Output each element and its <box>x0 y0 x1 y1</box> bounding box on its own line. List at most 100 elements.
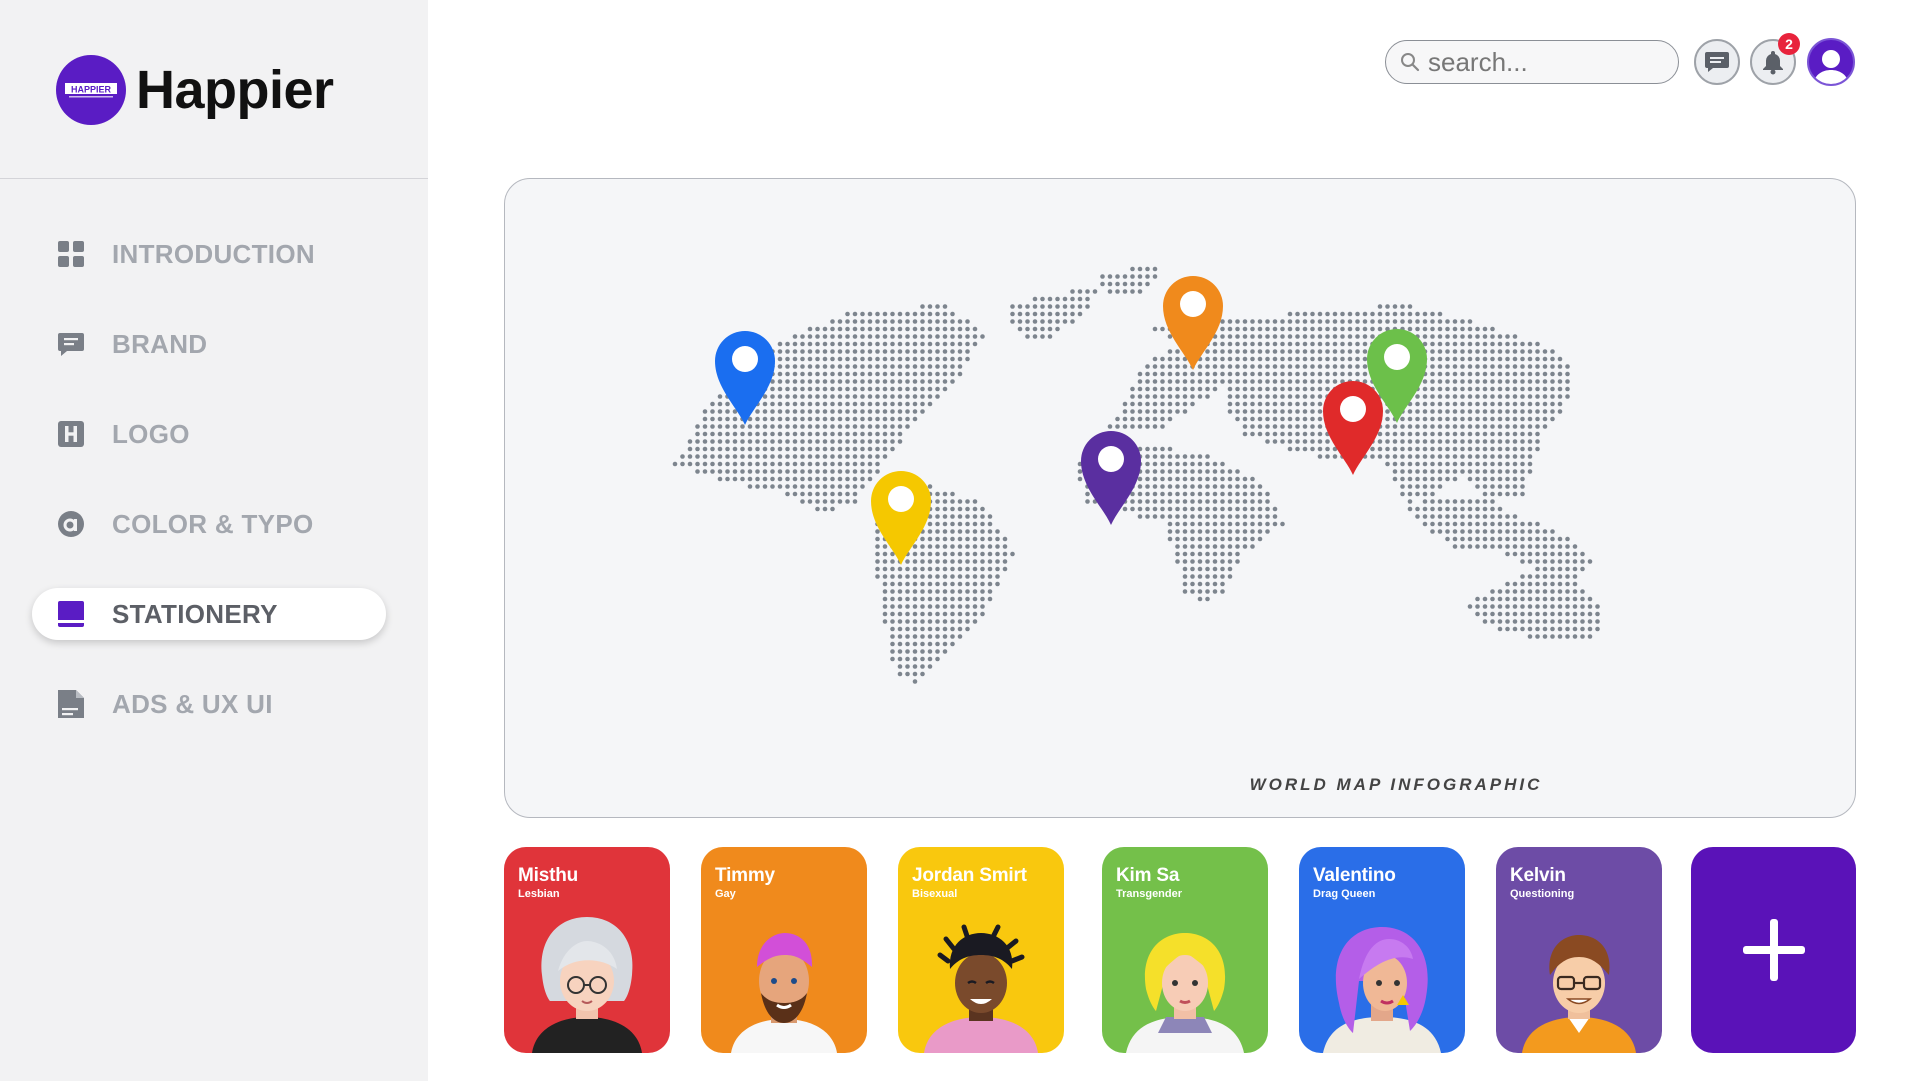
map-dot <box>1032 304 1038 309</box>
map-dot <box>800 461 805 467</box>
map-dot <box>1542 424 1548 429</box>
map-dot <box>755 461 760 467</box>
sidebar-item-logo[interactable]: LOGO <box>32 408 386 460</box>
map-dot <box>1557 364 1563 369</box>
map-dot <box>822 476 828 482</box>
map-dot <box>1190 371 1195 377</box>
map-dot <box>1527 416 1533 422</box>
sidebar-divider <box>0 178 428 179</box>
map-dot <box>1265 439 1270 444</box>
map-dot <box>1377 431 1383 437</box>
map-dot <box>1445 341 1450 347</box>
map-dot <box>1467 446 1473 452</box>
map-dot <box>927 634 933 639</box>
map-dot <box>1460 514 1465 519</box>
map-dot <box>815 386 820 392</box>
map-dot <box>717 431 723 437</box>
map-dot <box>770 454 775 459</box>
map-dot <box>1520 356 1525 362</box>
map-dot <box>1212 574 1218 579</box>
map-dot <box>1137 424 1143 429</box>
map-dot <box>1490 604 1495 609</box>
map-dot <box>1317 334 1323 339</box>
world-map <box>672 266 1600 684</box>
map-dot <box>1452 371 1458 377</box>
map-dot <box>1497 349 1503 354</box>
notifications-button[interactable]: 2 <box>1750 33 1800 85</box>
map-dot <box>755 431 760 437</box>
map-dot <box>1130 416 1135 422</box>
map-dot <box>1422 454 1428 459</box>
profile-card-timmy[interactable]: Timmy Gay <box>701 847 867 1053</box>
map-dot <box>1347 319 1353 324</box>
map-pin-icon[interactable] <box>1163 276 1223 370</box>
map-dot <box>1302 341 1308 347</box>
map-dot <box>1317 431 1323 437</box>
map-dot <box>1460 469 1465 474</box>
map-dot <box>897 619 903 624</box>
sidebar-item-brand[interactable]: BRAND <box>32 318 386 370</box>
map-dot <box>1227 499 1233 504</box>
map-dot <box>860 349 865 354</box>
map-dot <box>822 326 828 332</box>
search-box[interactable] <box>1385 40 1679 84</box>
map-dot <box>1490 349 1495 354</box>
sidebar-item-ads-ux-ui[interactable]: ADS & UX UI <box>32 678 386 730</box>
map-dot <box>1475 439 1480 444</box>
map-dot <box>875 454 880 459</box>
user-avatar-button[interactable] <box>1807 38 1855 86</box>
map-dot <box>852 484 858 489</box>
map-pin-icon[interactable] <box>871 471 931 565</box>
map-dot <box>1332 349 1338 354</box>
map-dot <box>1512 514 1518 519</box>
map-dot <box>1512 379 1518 384</box>
brand[interactable]: HAPPIER Happier <box>56 54 334 126</box>
sidebar-item-introduction[interactable]: INTRODUCTION <box>32 228 386 280</box>
sidebar-item-color-typo[interactable]: COLOR & TYPO <box>32 498 386 550</box>
profile-card-misthu[interactable]: Misthu Lesbian <box>504 847 670 1053</box>
map-dot <box>1100 281 1105 287</box>
messages-button[interactable] <box>1694 39 1740 85</box>
map-dot <box>1137 499 1143 504</box>
map-dot <box>1257 394 1263 399</box>
map-dot <box>942 566 948 572</box>
profile-card-valentino[interactable]: Valentino Drag Queen <box>1299 847 1465 1053</box>
map-dot <box>1062 319 1068 324</box>
profile-card-kelvin[interactable]: Kelvin Questioning <box>1496 847 1662 1053</box>
map-dot <box>1182 544 1188 549</box>
map-dot <box>912 641 918 647</box>
map-dot <box>1167 506 1173 512</box>
map-dot <box>1595 626 1600 632</box>
map-dot <box>942 529 948 534</box>
profile-card-jordan-smirt[interactable]: Jordan Smirt Bisexual <box>898 847 1064 1053</box>
profile-card-kim-sa[interactable]: Kim Sa Transgender <box>1102 847 1268 1053</box>
map-dot <box>807 341 813 347</box>
map-dot <box>1497 356 1503 362</box>
map-dot <box>1422 386 1428 392</box>
map-dot <box>935 581 940 587</box>
map-dot <box>935 604 940 609</box>
map-dot <box>837 476 843 482</box>
sidebar-item-stationery[interactable]: STATIONERY <box>32 588 386 640</box>
map-dot <box>680 461 685 467</box>
map-dot <box>957 326 963 332</box>
map-dot <box>1265 371 1270 377</box>
map-dot <box>1287 349 1293 354</box>
map-dot <box>927 604 933 609</box>
map-dot <box>800 401 805 407</box>
map-dot <box>1167 386 1173 392</box>
map-dot <box>845 371 850 377</box>
map-dot <box>1452 446 1458 452</box>
map-pin-icon[interactable] <box>1323 381 1383 475</box>
map-dot <box>725 454 730 459</box>
map-dot <box>1197 469 1203 474</box>
map-dot <box>800 364 805 369</box>
map-dot <box>912 634 918 639</box>
map-dot <box>1482 491 1488 497</box>
map-dot <box>1160 454 1165 459</box>
map-dot <box>1512 454 1518 459</box>
map-dot <box>1310 311 1315 317</box>
map-dot <box>725 439 730 444</box>
search-input[interactable] <box>1428 46 1658 78</box>
add-profile-button[interactable] <box>1691 847 1856 1053</box>
